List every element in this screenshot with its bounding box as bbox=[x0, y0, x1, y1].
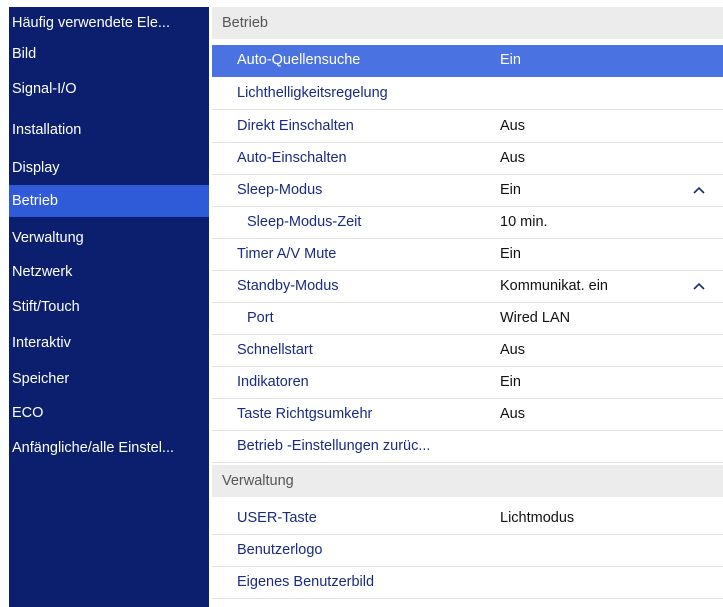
setting-row-auto-quellensuche[interactable]: Auto-Quellensuche Ein bbox=[212, 45, 723, 77]
setting-value: Aus bbox=[500, 406, 525, 422]
setting-label: Indikatoren bbox=[237, 374, 309, 390]
setting-row-taste-richtgsumkehr[interactable]: Taste Richtgsumkehr Aus bbox=[212, 399, 723, 431]
setting-value: Aus bbox=[500, 342, 525, 358]
projector-menu: Häufig verwendete Ele... Bild Signal-I/O… bbox=[0, 0, 723, 607]
setting-row-direkt-einschalten[interactable]: Direkt Einschalten Aus bbox=[212, 111, 723, 143]
setting-value: Lichtmodus bbox=[500, 510, 575, 526]
setting-value: Ein bbox=[500, 182, 521, 198]
sidebar-item-speicher[interactable]: Speicher bbox=[9, 363, 209, 395]
sidebar-item-netzwerk[interactable]: Netzwerk bbox=[9, 256, 209, 288]
sidebar-item-anfaengliche-alle-einstellungen[interactable]: Anfängliche/alle Einstel... bbox=[9, 432, 209, 464]
setting-value: Aus bbox=[500, 150, 525, 166]
setting-value: Wired LAN bbox=[500, 310, 571, 326]
setting-value: Aus bbox=[500, 118, 525, 134]
setting-value: Ein bbox=[500, 374, 521, 390]
setting-label: USER-Taste bbox=[237, 510, 317, 526]
setting-label: Eigenes Benutzerbild bbox=[237, 574, 375, 590]
sidebar-item-verwaltung[interactable]: Verwaltung bbox=[9, 222, 209, 254]
setting-row-timer-av-mute[interactable]: Timer A/V Mute Ein bbox=[212, 239, 723, 271]
sidebar-item-signal-io[interactable]: Signal-I/O bbox=[9, 73, 209, 105]
sidebar-item-haeufig-verwendete[interactable]: Häufig verwendete Ele... bbox=[9, 7, 209, 39]
sidebar-menu: Häufig verwendete Ele... Bild Signal-I/O… bbox=[9, 7, 209, 607]
setting-label: Sleep-Modus bbox=[237, 182, 323, 198]
setting-label: Port bbox=[247, 310, 274, 326]
sidebar-item-installation[interactable]: Installation bbox=[9, 114, 209, 146]
sidebar-item-stift-touch[interactable]: Stift/Touch bbox=[9, 291, 209, 323]
setting-row-sleep-modus[interactable]: Sleep-Modus Ein bbox=[212, 175, 723, 207]
setting-label: Taste Richtgsumkehr bbox=[237, 406, 373, 422]
setting-label: Standby-Modus bbox=[237, 278, 339, 294]
setting-value: Kommunikat. ein bbox=[500, 278, 608, 294]
sidebar-item-interaktiv[interactable]: Interaktiv bbox=[9, 327, 209, 359]
setting-label: Sleep-Modus-Zeit bbox=[247, 214, 362, 230]
sidebar-item-eco[interactable]: ECO bbox=[9, 397, 209, 429]
setting-row-lichthelligkeitsregelung[interactable]: Lichthelligkeitsregelung bbox=[212, 78, 723, 110]
setting-label: Benutzerlogo bbox=[237, 542, 323, 558]
setting-label: Betrieb -Einstellungen zurüc... bbox=[237, 438, 431, 454]
setting-row-auto-einschalten[interactable]: Auto-Einschalten Aus bbox=[212, 143, 723, 175]
setting-label: Lichthelligkeitsregelung bbox=[237, 85, 388, 101]
settings-panel: Betrieb Auto-Quellensuche Ein Lichthelli… bbox=[212, 7, 723, 607]
setting-row-user-taste[interactable]: USER-Taste Lichtmodus bbox=[212, 503, 723, 535]
setting-value: Ein bbox=[500, 246, 521, 262]
sidebar-item-betrieb[interactable]: Betrieb bbox=[9, 185, 209, 217]
setting-value: Ein bbox=[500, 52, 521, 68]
setting-row-betrieb-reset[interactable]: Betrieb -Einstellungen zurüc... bbox=[212, 431, 723, 463]
chevron-up-icon[interactable] bbox=[693, 185, 705, 197]
setting-label: Auto-Quellensuche bbox=[237, 52, 361, 68]
sidebar-item-display[interactable]: Display bbox=[9, 152, 209, 184]
setting-row-benutzerlogo[interactable]: Benutzerlogo bbox=[212, 535, 723, 567]
setting-label: Auto-Einschalten bbox=[237, 150, 347, 166]
sidebar-item-bild[interactable]: Bild bbox=[9, 38, 209, 70]
setting-label: Direkt Einschalten bbox=[237, 118, 354, 134]
setting-row-sleep-modus-zeit[interactable]: Sleep-Modus-Zeit 10 min. bbox=[212, 207, 723, 239]
setting-row-standby-modus[interactable]: Standby-Modus Kommunikat. ein bbox=[212, 271, 723, 303]
setting-row-schnellstart[interactable]: Schnellstart Aus bbox=[212, 335, 723, 367]
setting-value: 10 min. bbox=[500, 214, 548, 230]
setting-label: Timer A/V Mute bbox=[237, 246, 337, 262]
setting-row-port[interactable]: Port Wired LAN bbox=[212, 303, 723, 335]
section-header-betrieb: Betrieb bbox=[212, 7, 723, 39]
chevron-up-icon[interactable] bbox=[693, 281, 705, 293]
setting-label: Schnellstart bbox=[237, 342, 313, 358]
setting-row-eigenes-benutzerbild[interactable]: Eigenes Benutzerbild bbox=[212, 567, 723, 599]
section-header-verwaltung: Verwaltung bbox=[212, 465, 723, 497]
setting-row-indikatoren[interactable]: Indikatoren Ein bbox=[212, 367, 723, 399]
